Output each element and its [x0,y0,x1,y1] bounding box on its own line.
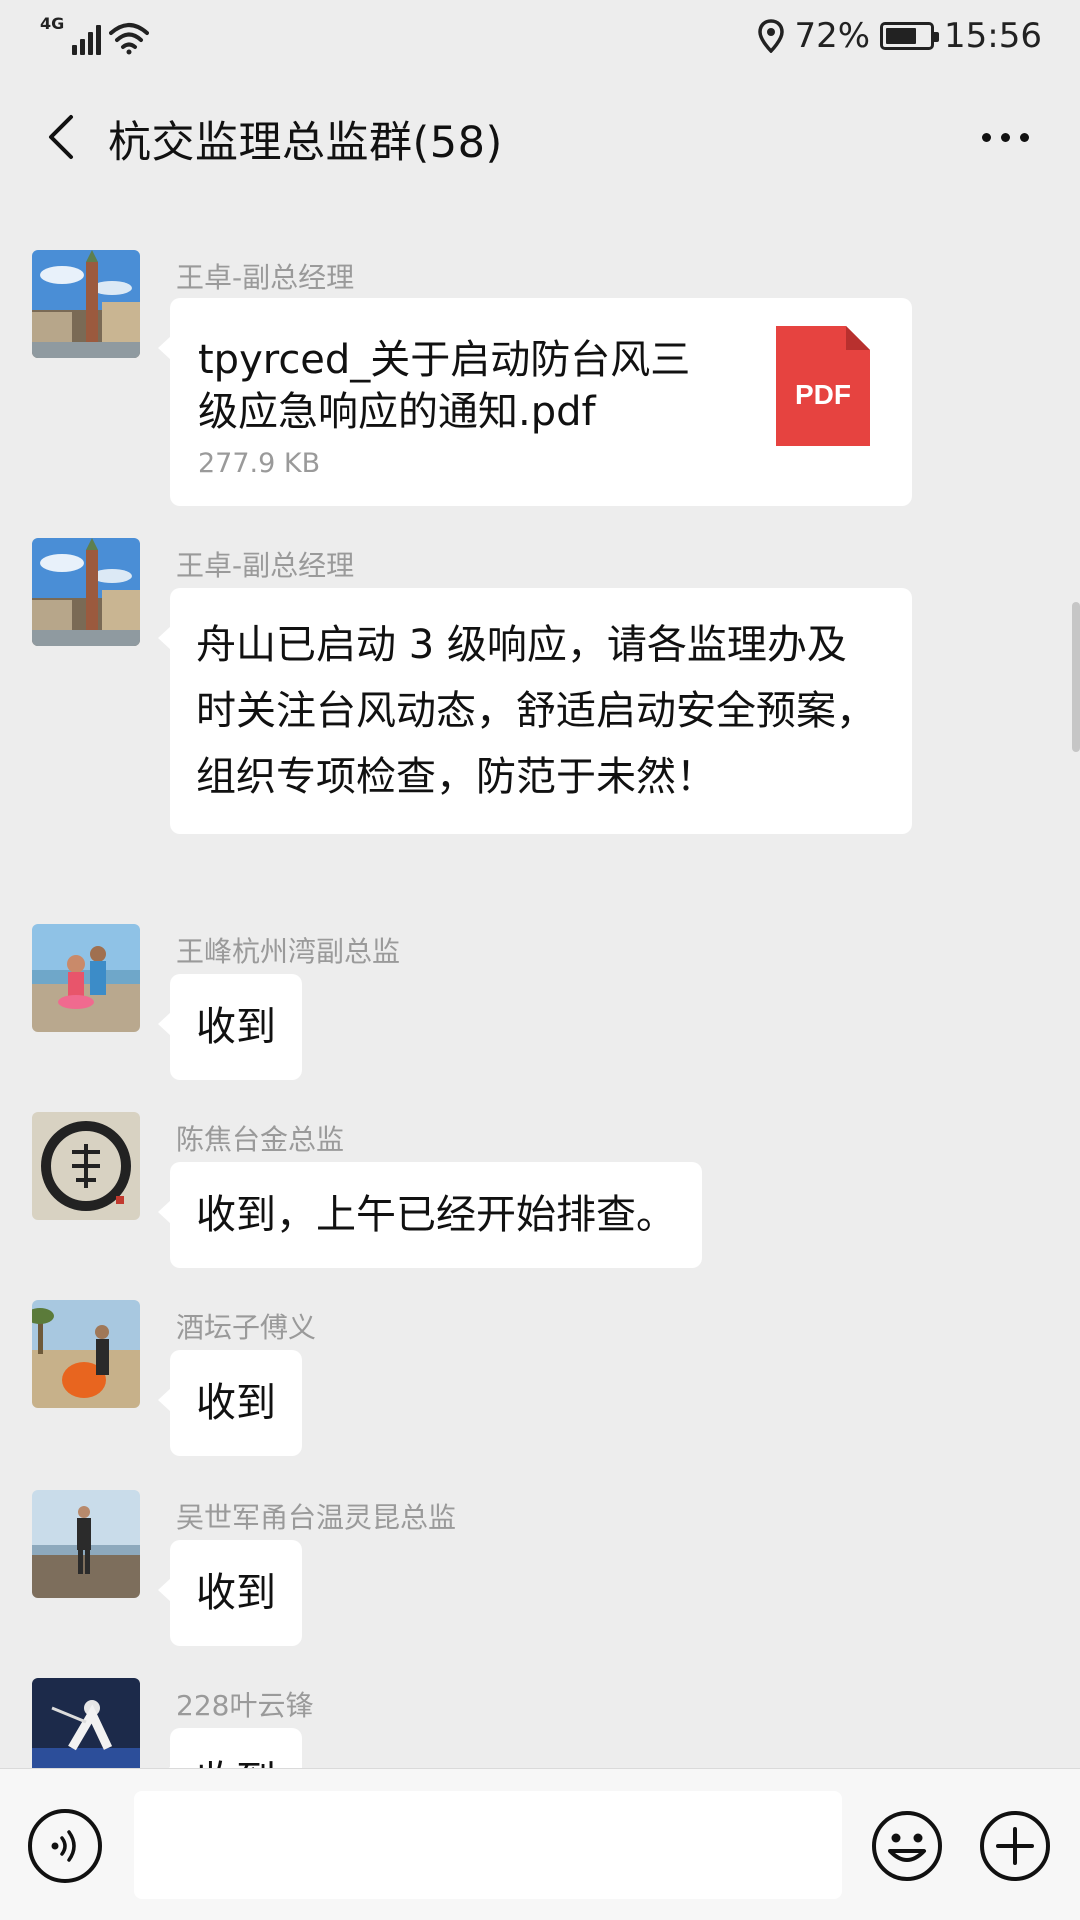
battery-fill [886,28,917,44]
network-type: 4G [40,14,65,33]
emoji-button[interactable] [870,1809,944,1883]
avatar[interactable] [32,1112,140,1220]
avatar[interactable] [32,538,140,646]
sender-name: 228叶云锋 [176,1689,314,1722]
more-icon [981,132,991,142]
battery-icon [880,22,940,50]
battery-percent: 72% [794,16,871,56]
voice-button[interactable] [28,1809,102,1883]
chat-header: 杭交监理总监群(58) [0,72,1080,202]
text-message-bubble[interactable]: 舟山已启动 3 级响应，请各监理办及时关注台风动态，舒适启动安全预案，组织专项检… [158,588,912,834]
sender-name: 王卓-副总经理 [176,261,355,294]
text-message-bubble[interactable]: 收到，上午已经开始排查。 [158,1162,702,1268]
file-size: 277.9 KB [198,448,321,479]
more-button[interactable] [970,102,1040,172]
signal-icon [72,19,102,55]
avatar[interactable] [32,250,140,358]
add-button[interactable] [978,1809,1052,1883]
chevron-left-icon [49,115,73,159]
message-input[interactable] [134,1791,842,1899]
plus-icon [980,1811,1050,1881]
text-message-bubble[interactable]: 收到 [158,1540,302,1646]
sender-name: 酒坛子傅义 [176,1311,317,1344]
page-title: 杭交监理总监群(58) [108,118,503,168]
avatar[interactable] [32,924,140,1032]
voice-icon [51,1830,76,1862]
scrollbar[interactable] [1072,602,1080,752]
back-button[interactable] [30,102,90,172]
input-bar [0,1768,1080,1920]
status-right: 72% 15:56 [758,16,1042,56]
text-message-bubble[interactable]: 收到 [158,1350,302,1456]
status-bar: 4G 72% 15:56 [0,0,1080,72]
avatar[interactable] [32,1678,140,1768]
sender-name: 吴世军甬台温灵昆总监 [176,1501,457,1534]
chat-screen: 4G 72% 15:56 杭交监理总监群(58) 王卓-副总经理 tpyrced… [0,0,1080,1920]
file-message-bubble[interactable]: tpyrced_关于启动防台风三级应急响应的通知.pdf 277.9 KB PD… [158,298,912,506]
text-message-bubble[interactable]: 收到 [158,974,302,1080]
status-left: 4G [40,14,150,55]
location-icon [758,19,785,53]
pdf-label: PDF [795,379,851,410]
wifi-icon [109,23,150,55]
message-list[interactable]: 王卓-副总经理 tpyrced_关于启动防台风三级应急响应的通知.pdf 277… [0,202,1080,1768]
text-message-bubble[interactable]: 收到 [158,1728,302,1768]
sender-name: 王卓-副总经理 [176,549,355,582]
clock: 15:56 [944,16,1042,56]
pdf-file-icon: PDF [776,326,870,446]
avatar[interactable] [32,1490,140,1598]
avatar[interactable] [32,1300,140,1408]
file-name: tpyrced_关于启动防台风三级应急响应的通知.pdf [198,337,691,435]
sender-name: 王峰杭州湾副总监 [176,935,401,968]
sender-name: 陈焦台金总监 [176,1123,345,1156]
smiley-icon [872,1811,942,1881]
